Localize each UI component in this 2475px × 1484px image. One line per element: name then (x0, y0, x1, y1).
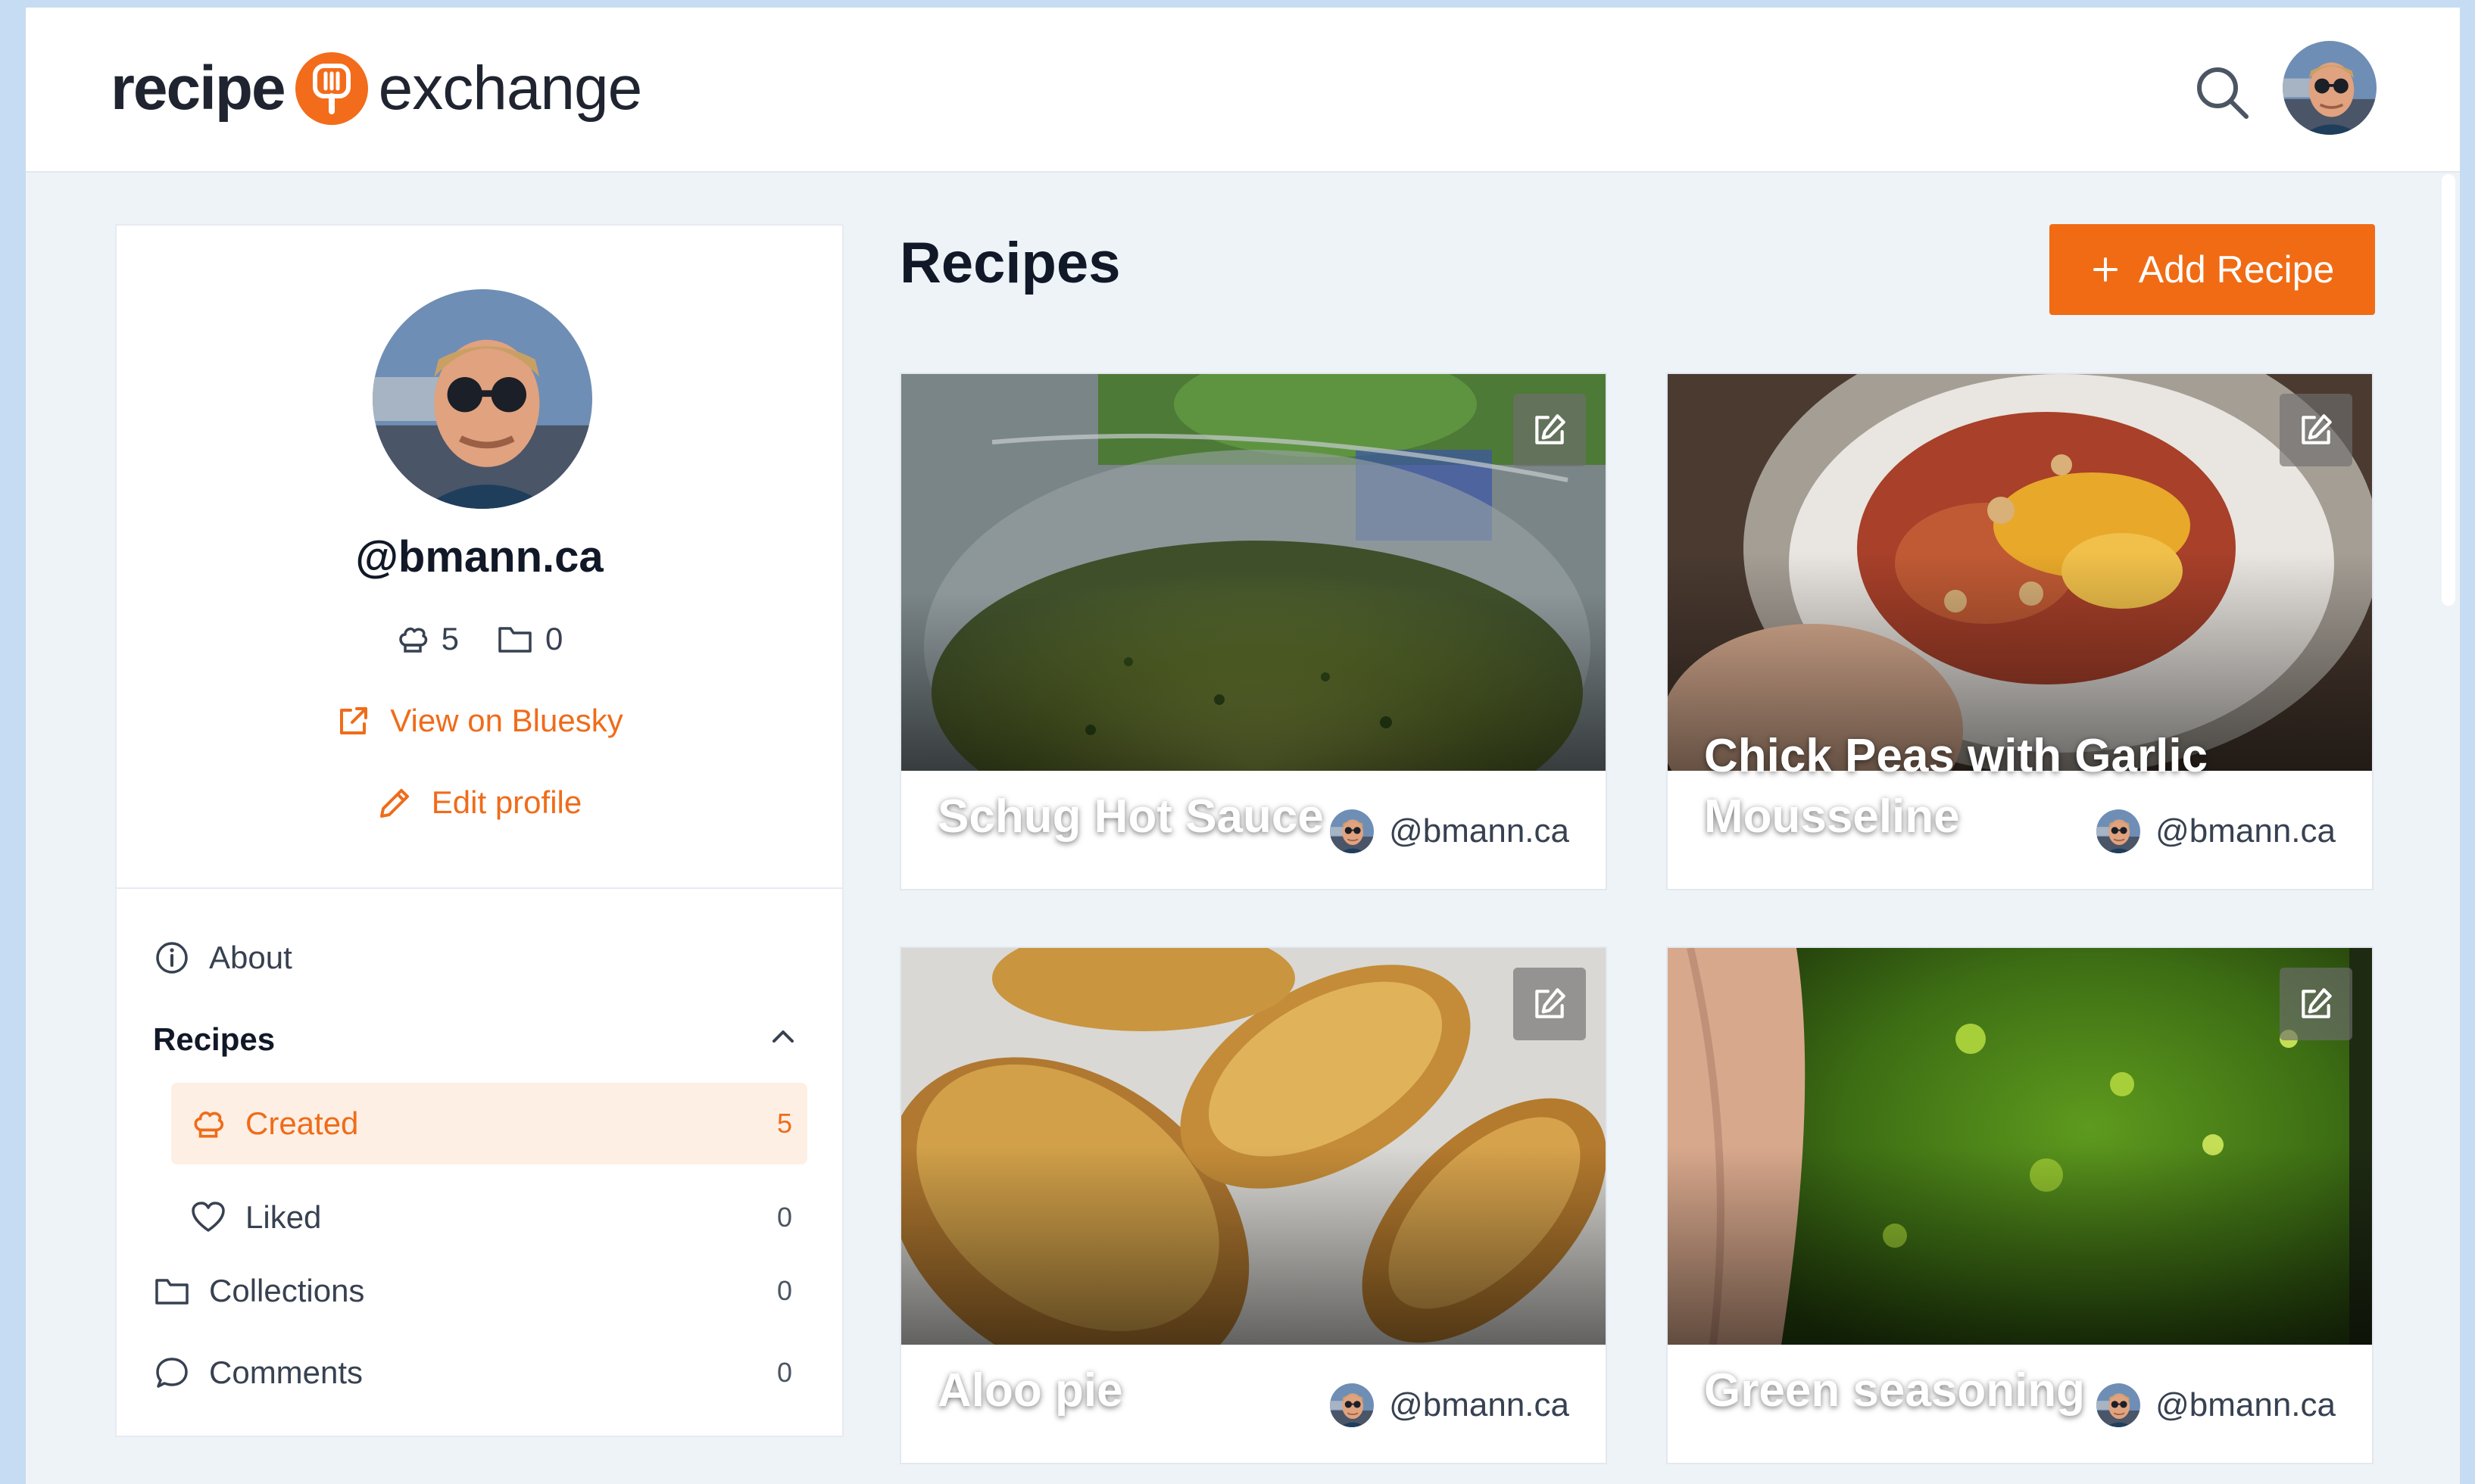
edit-icon[interactable] (2280, 394, 2352, 466)
recipe-author[interactable]: @bmann.ca (1389, 1386, 1569, 1424)
user-avatar[interactable] (2283, 41, 2377, 135)
liked-count: 0 (776, 1202, 792, 1233)
recipe-photo (901, 948, 1606, 1345)
recipe-card-footer: @bmann.ca (1668, 771, 2372, 890)
profile-stats: 5 0 (117, 621, 842, 657)
sidebar-item-label: Liked (245, 1199, 322, 1235)
edit-icon[interactable] (2280, 968, 2352, 1040)
edit-icon[interactable] (1513, 394, 1586, 466)
created-count: 5 (776, 1108, 792, 1139)
chef-hat-icon (189, 1105, 227, 1143)
recipe-photo (1668, 374, 2372, 771)
search-icon[interactable] (2192, 62, 2252, 123)
page-scrollbar[interactable] (2442, 174, 2455, 606)
recipe-card[interactable]: Green seasoning @bmann.ca (1666, 946, 2374, 1464)
page-title: Recipes (900, 231, 1121, 295)
recipe-photo (901, 374, 1606, 771)
collections-stat: 0 (497, 621, 563, 657)
collections-count: 0 (545, 621, 563, 656)
edit-profile-link[interactable]: Edit profile (117, 784, 842, 821)
recipe-card[interactable]: Schug Hot Sauce @bmann.ca (900, 373, 1607, 890)
author-avatar (1330, 1383, 1374, 1427)
top-navbar: recipe exchange (26, 8, 2460, 173)
sidebar-item-label: Recipes (153, 1021, 276, 1057)
author-avatar (2096, 809, 2140, 853)
sidebar-item-label: Collections (209, 1273, 365, 1308)
recipe-card-footer: @bmann.ca (901, 771, 1606, 890)
comment-icon (153, 1354, 191, 1392)
sidebar-divider (117, 887, 842, 889)
sidebar-item-collections[interactable]: Collections 0 (153, 1258, 807, 1323)
add-recipe-button[interactable]: Add Recipe (2049, 224, 2375, 315)
recipe-author[interactable]: @bmann.ca (2155, 1386, 2336, 1424)
pencil-icon (379, 789, 409, 818)
author-avatar (2096, 1383, 2140, 1427)
brand-word-exchange: exchange (378, 54, 643, 123)
chef-hat-icon (398, 627, 427, 653)
sidebar-item-created[interactable]: Created 5 (171, 1083, 807, 1164)
recipe-card-footer: @bmann.ca (1668, 1345, 2372, 1464)
recipes-stat: 5 (396, 621, 459, 657)
author-avatar (1330, 809, 1374, 853)
sidebar-item-label: About (209, 940, 292, 975)
recipe-card[interactable]: Chick Peas with Garlic Mousseline @bmann… (1666, 373, 2374, 890)
profile-sidebar: @bmann.ca 5 0 View on Bluesky Edit profi… (115, 224, 844, 1437)
add-recipe-label: Add Recipe (2138, 248, 2335, 291)
comments-count: 0 (776, 1357, 792, 1388)
info-icon (153, 939, 191, 977)
profile-photo (373, 289, 592, 509)
view-on-bluesky-label: View on Bluesky (390, 703, 623, 738)
external-link-icon (340, 707, 368, 734)
heart-icon (189, 1199, 227, 1236)
recipes-count: 5 (441, 621, 459, 656)
edit-profile-label: Edit profile (431, 784, 582, 820)
recipe-card[interactable]: Aloo pie @bmann.ca (900, 946, 1607, 1464)
collections-nav-count: 0 (776, 1275, 792, 1306)
sidebar-item-label: Comments (209, 1355, 364, 1390)
sidebar-item-about[interactable]: About (153, 925, 807, 990)
brand-logo[interactable]: recipe exchange (111, 47, 643, 130)
folder-icon (498, 627, 532, 653)
fork-logo-icon (295, 52, 368, 125)
folder-icon (153, 1272, 191, 1310)
recipe-author[interactable]: @bmann.ca (1389, 812, 1569, 850)
chevron-up-icon[interactable] (768, 1021, 798, 1058)
sidebar-item-liked[interactable]: Liked 0 (171, 1177, 807, 1258)
edit-icon[interactable] (1513, 968, 1586, 1040)
sidebar-item-comments[interactable]: Comments 0 (153, 1340, 807, 1405)
recipe-photo (1668, 948, 2372, 1345)
app-window: recipe exchange @bmann.ca 5 0 View on Bl… (26, 8, 2460, 1484)
plus-icon (2093, 257, 2118, 282)
recipe-author[interactable]: @bmann.ca (2155, 812, 2336, 850)
sidebar-item-label: Created (245, 1105, 359, 1141)
view-on-bluesky-link[interactable]: View on Bluesky (117, 703, 842, 739)
brand-word-recipe: recipe (111, 54, 286, 123)
sidebar-section-recipes[interactable]: Recipes (153, 1007, 807, 1072)
recipe-card-footer: @bmann.ca (901, 1345, 1606, 1464)
profile-handle: @bmann.ca (355, 532, 604, 581)
